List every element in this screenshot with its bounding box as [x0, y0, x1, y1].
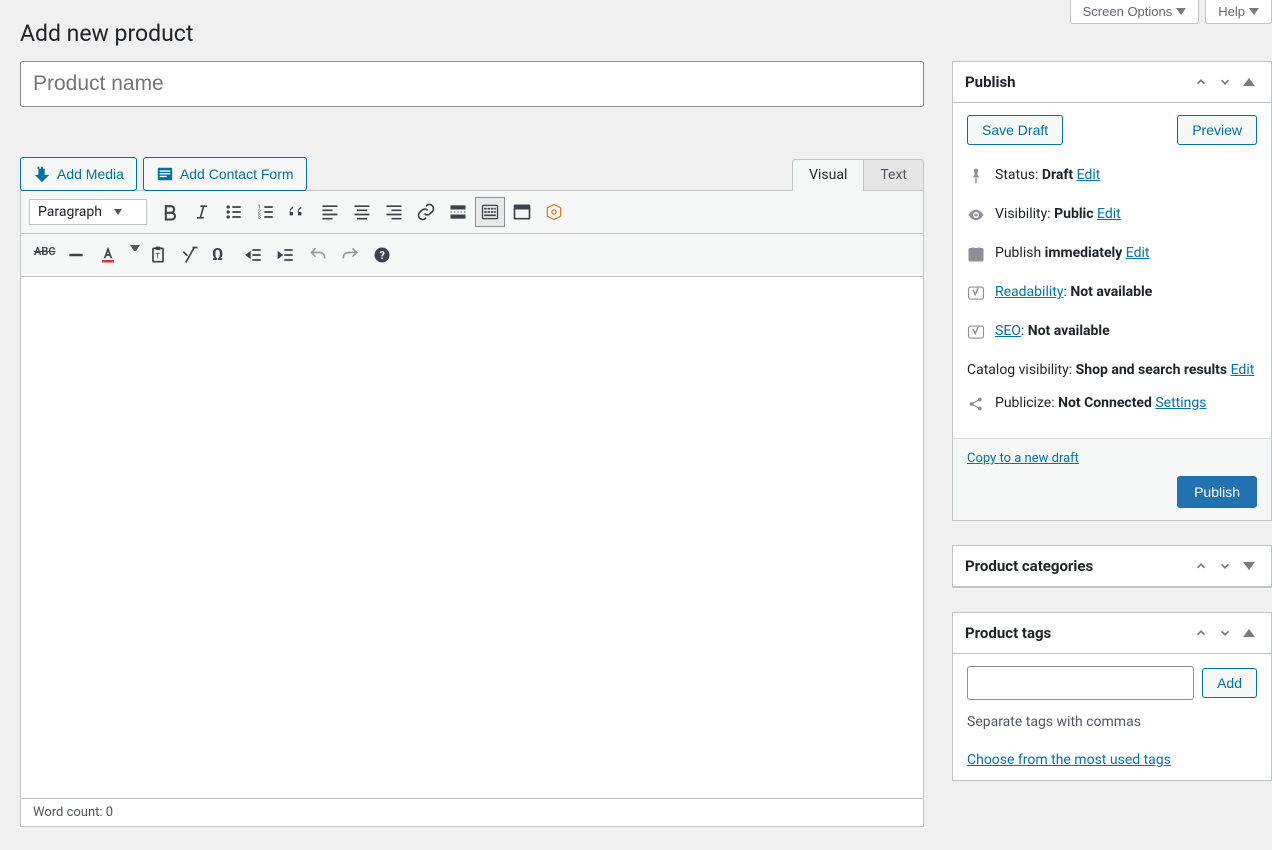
pin-icon — [967, 167, 985, 192]
svg-text:T: T — [156, 251, 161, 260]
hr-button[interactable] — [61, 240, 91, 270]
share-icon — [967, 395, 985, 420]
color-dropdown-icon[interactable] — [125, 240, 141, 270]
yoast-icon — [967, 284, 985, 309]
product-tags-box: Product tags Add Separate tags with comm… — [952, 612, 1272, 781]
svg-text:3: 3 — [258, 215, 261, 221]
blockquote-button[interactable] — [283, 197, 313, 227]
add-contact-form-button[interactable]: Add Contact Form — [143, 157, 307, 191]
seo-link[interactable]: SEO — [995, 323, 1021, 339]
strikethrough-button[interactable]: ABC — [29, 240, 59, 270]
publish-box-title: Publish — [965, 73, 1016, 91]
collapse-toggle-icon[interactable] — [1239, 72, 1259, 92]
collapse-toggle-icon[interactable] — [1239, 556, 1259, 576]
tags-hint: Separate tags with commas — [967, 714, 1257, 730]
page-title: Add new product — [20, 20, 1272, 47]
chevron-down-icon — [1249, 8, 1259, 15]
add-media-label: Add Media — [57, 166, 124, 182]
bold-button[interactable] — [155, 197, 185, 227]
categories-box-title: Product categories — [965, 557, 1093, 575]
help-icon-button[interactable]: ? — [367, 240, 397, 270]
paste-text-button[interactable]: T — [143, 240, 173, 270]
product-categories-box: Product categories — [952, 545, 1272, 588]
edit-visibility-link[interactable]: Edit — [1097, 206, 1121, 222]
align-left-button[interactable] — [315, 197, 345, 227]
publicize-settings-link[interactable]: Settings — [1155, 395, 1206, 411]
word-count: Word count: 0 — [20, 799, 924, 827]
text-color-button[interactable] — [93, 240, 123, 270]
eye-icon — [967, 206, 985, 231]
fullscreen-button[interactable] — [507, 197, 537, 227]
tags-box-title: Product tags — [965, 624, 1051, 642]
move-down-icon[interactable] — [1215, 623, 1235, 643]
clear-format-button[interactable] — [175, 240, 205, 270]
link-button[interactable] — [411, 197, 441, 227]
screen-options-button[interactable]: Screen Options — [1070, 0, 1200, 24]
redo-button[interactable] — [335, 240, 365, 270]
help-button[interactable]: Help — [1205, 0, 1272, 24]
editor-content-area[interactable] — [20, 277, 924, 799]
chevron-down-icon — [114, 209, 122, 215]
insert-more-button[interactable] — [443, 197, 473, 227]
tab-text[interactable]: Text — [863, 159, 924, 191]
indent-button[interactable] — [271, 240, 301, 270]
woo-button[interactable] — [539, 197, 569, 227]
screen-options-label: Screen Options — [1083, 4, 1173, 19]
italic-button[interactable] — [187, 197, 217, 227]
move-down-icon[interactable] — [1215, 556, 1235, 576]
form-icon — [156, 165, 174, 183]
copy-draft-link[interactable]: Copy to a new draft — [967, 451, 1079, 466]
preview-button[interactable]: Preview — [1177, 115, 1257, 145]
edit-publish-date-link[interactable]: Edit — [1126, 245, 1150, 261]
special-char-button[interactable]: Ω — [207, 240, 237, 270]
tags-input[interactable] — [967, 666, 1194, 700]
undo-button[interactable] — [303, 240, 333, 270]
move-up-icon[interactable] — [1191, 623, 1211, 643]
product-name-input[interactable] — [20, 61, 924, 107]
publish-box: Publish Save Draft Preview — [952, 61, 1272, 521]
format-select[interactable]: Paragraph — [29, 199, 147, 225]
choose-most-used-tags-link[interactable]: Choose from the most used tags — [967, 752, 1171, 768]
move-up-icon[interactable] — [1191, 556, 1211, 576]
media-icon — [33, 165, 51, 183]
edit-status-link[interactable]: Edit — [1077, 167, 1101, 183]
toolbar-toggle-button[interactable] — [475, 197, 505, 227]
number-list-button[interactable]: 123 — [251, 197, 281, 227]
move-down-icon[interactable] — [1215, 72, 1235, 92]
yoast-icon — [967, 323, 985, 348]
move-up-icon[interactable] — [1191, 72, 1211, 92]
outdent-button[interactable] — [239, 240, 269, 270]
publish-button[interactable]: Publish — [1177, 476, 1257, 508]
align-right-button[interactable] — [379, 197, 409, 227]
collapse-toggle-icon[interactable] — [1239, 623, 1259, 643]
add-tag-button[interactable]: Add — [1202, 668, 1257, 698]
tab-visual[interactable]: Visual — [792, 159, 863, 191]
chevron-down-icon — [1176, 8, 1186, 15]
help-label: Help — [1218, 4, 1245, 19]
align-center-button[interactable] — [347, 197, 377, 227]
svg-text:?: ? — [380, 249, 385, 262]
add-contact-form-label: Add Contact Form — [180, 166, 294, 182]
bullet-list-button[interactable] — [219, 197, 249, 227]
save-draft-button[interactable]: Save Draft — [967, 115, 1063, 145]
readability-link[interactable]: Readability — [995, 284, 1063, 300]
add-media-button[interactable]: Add Media — [20, 157, 137, 191]
calendar-icon — [967, 245, 985, 270]
edit-catalog-link[interactable]: Edit — [1231, 362, 1255, 378]
